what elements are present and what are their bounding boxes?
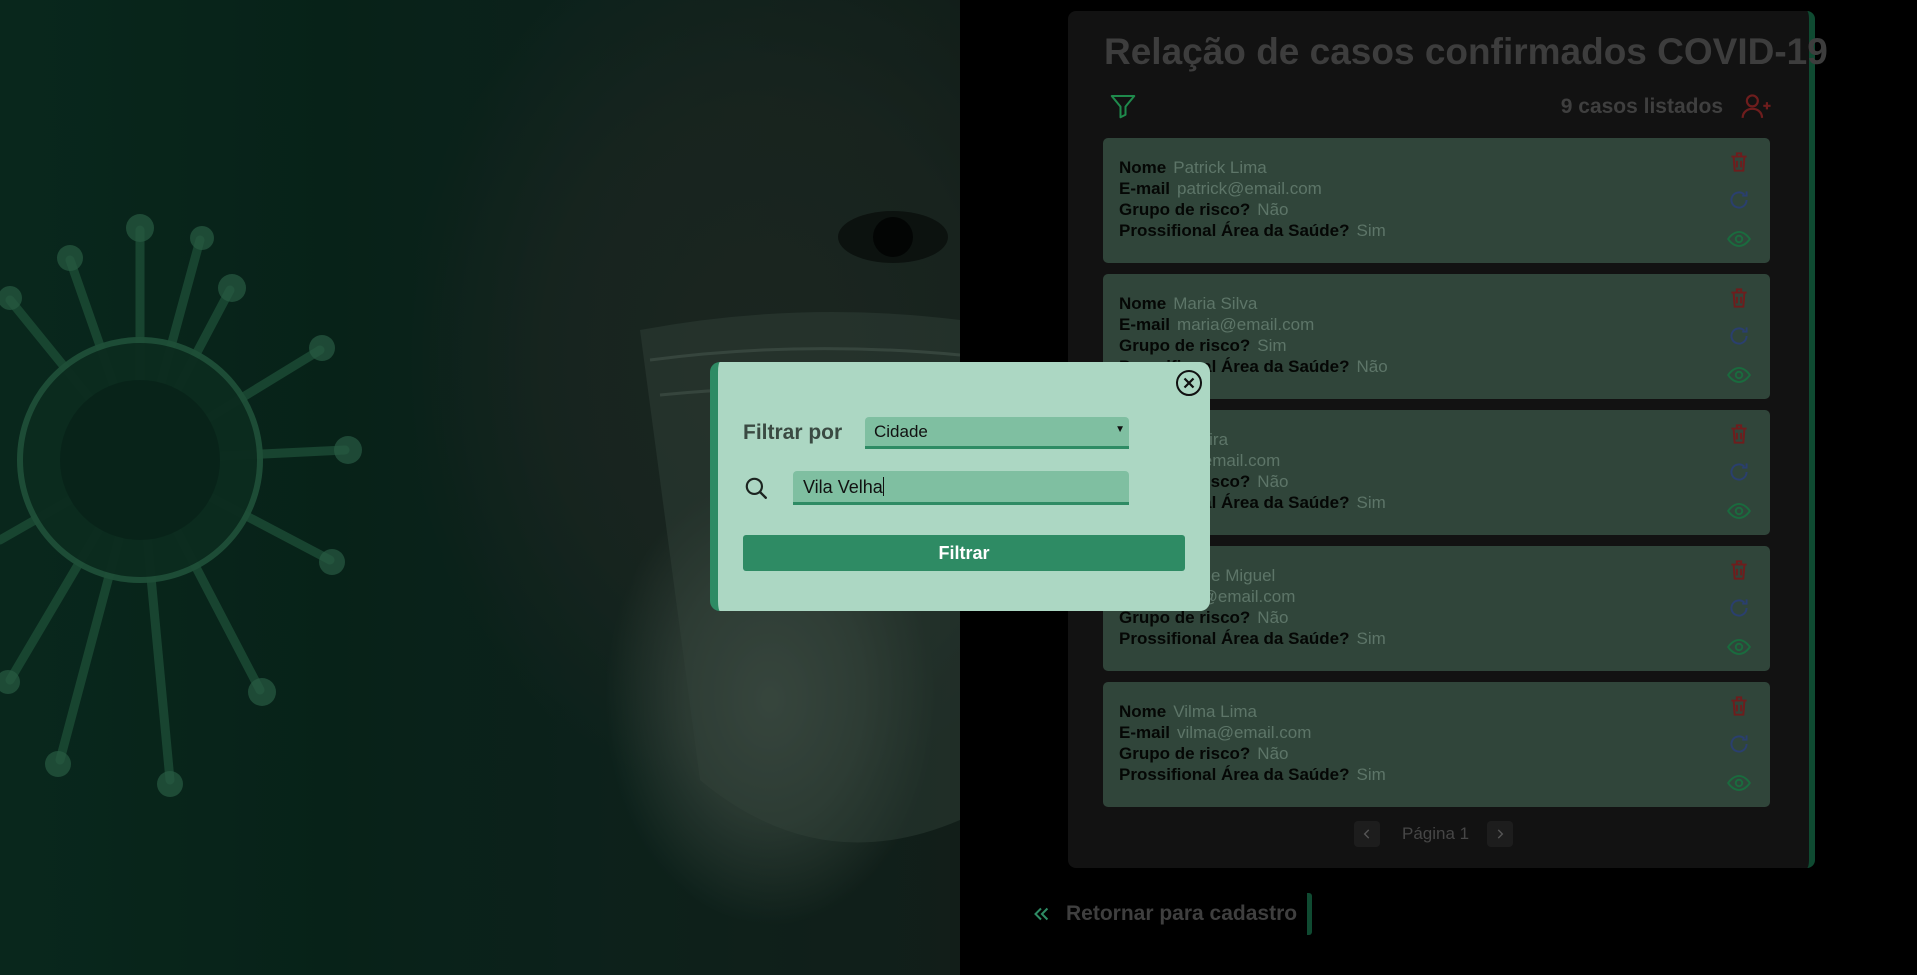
health-label: Prossifional Área da Saúde? xyxy=(1119,221,1350,240)
case-risk: Não xyxy=(1257,472,1289,491)
email-label: E-mail xyxy=(1119,179,1171,198)
case-risk-row: Grupo de risco? Não xyxy=(1119,743,1770,764)
case-risk-row: Grupo de risco? Sim xyxy=(1119,335,1770,356)
case-risk: Não xyxy=(1257,200,1289,219)
case-name: Patrick Lima xyxy=(1173,158,1267,177)
filter-field-select[interactable]: Cidade ▼ xyxy=(865,417,1129,449)
case-email: patrick@email.com xyxy=(1177,179,1322,198)
eye-icon[interactable] xyxy=(1726,362,1752,388)
trash-icon[interactable] xyxy=(1726,149,1752,175)
return-to-register-link[interactable]: Retornar para cadastro xyxy=(1030,893,1313,935)
case-risk-row: Grupo de risco? Não xyxy=(1119,199,1770,220)
trash-icon[interactable] xyxy=(1726,421,1752,447)
refresh-icon[interactable] xyxy=(1726,731,1752,757)
risk-label: Grupo de risco? xyxy=(1119,336,1251,355)
case-email-row: E-mail vilma@email.com xyxy=(1119,722,1770,743)
risk-label: Grupo de risco? xyxy=(1119,200,1251,219)
trash-icon[interactable] xyxy=(1726,693,1752,719)
case-health-row: Prossifional Área da Saúde? Sim xyxy=(1119,492,1770,513)
name-label: Nome xyxy=(1119,158,1167,177)
filter-icon[interactable] xyxy=(1108,91,1138,121)
case-email-row: E-mail maria@email.com xyxy=(1119,314,1770,335)
email-label: E-mail xyxy=(1119,315,1171,334)
trash-icon[interactable] xyxy=(1726,285,1752,311)
refresh-icon[interactable] xyxy=(1726,187,1752,213)
case-risk: Sim xyxy=(1257,336,1287,355)
case-health: Sim xyxy=(1356,493,1386,512)
case-risk-row: Grupo de risco?Não xyxy=(1119,607,1770,628)
case-health-row: Prossifional Área da Saúde? Sim xyxy=(1119,764,1770,785)
close-icon[interactable] xyxy=(1174,368,1204,398)
search-icon xyxy=(745,477,767,499)
case-health: Não xyxy=(1356,357,1388,376)
page-indicator: Página 1 xyxy=(1402,824,1470,843)
case-risk: Não xyxy=(1257,744,1289,763)
filter-field-value: Cidade xyxy=(874,422,928,441)
refresh-icon[interactable] xyxy=(1726,323,1752,349)
trash-icon[interactable] xyxy=(1726,557,1752,583)
case-health-row: Prossifional Área da Saúde? Sim xyxy=(1119,220,1770,241)
refresh-icon[interactable] xyxy=(1726,595,1752,621)
eye-icon[interactable] xyxy=(1726,770,1752,796)
eye-icon[interactable] xyxy=(1726,498,1752,524)
case-health: Sim xyxy=(1356,629,1386,648)
case-email-row: E-mail patrick@email.com xyxy=(1119,178,1770,199)
return-link-label: Retornar para cadastro xyxy=(1066,902,1298,925)
chevron-left-icon xyxy=(1363,829,1370,839)
health-label: Prossifional Área da Saúde? xyxy=(1119,629,1350,648)
text-cursor xyxy=(882,477,884,496)
refresh-icon[interactable] xyxy=(1726,459,1752,485)
name-label: Nome xyxy=(1119,702,1167,721)
eye-icon[interactable] xyxy=(1726,634,1752,660)
case-name-row: Nome Vilma Lima xyxy=(1119,701,1770,722)
case-name-row: NomePereira xyxy=(1119,429,1770,450)
risk-label: Grupo de risco? xyxy=(1119,744,1251,763)
filter-by-label: Filtrar por xyxy=(743,421,843,444)
case-name-row: Nomente de Miguel xyxy=(1119,565,1770,586)
filter-modal: Filtrar por Cidade ▼ Vila Velha Filtrar xyxy=(710,362,1210,611)
name-label: Nome xyxy=(1119,294,1167,313)
case-health-row: Prossifional Área da Saúde? Não xyxy=(1119,356,1770,377)
case-risk: Não xyxy=(1257,608,1289,627)
case-email: vilma@email.com xyxy=(1177,723,1312,742)
dropdown-caret-icon: ▼ xyxy=(1115,424,1125,435)
case-card: Nome Vilma Lima E-mail vilma@email.com Gru… xyxy=(1103,682,1770,807)
filter-submit-button[interactable]: Filtrar xyxy=(743,535,1185,571)
case-name-row: Nome Maria Silva xyxy=(1119,293,1770,314)
case-risk-row: Grupo de risco?Não xyxy=(1119,471,1770,492)
search-input[interactable]: Vila Velha xyxy=(793,471,1129,505)
case-card: Nome Patrick Lima E-mail patrick@email.com… xyxy=(1103,138,1770,263)
users-icon xyxy=(1741,94,1771,119)
case-email: maria@email.com xyxy=(1177,315,1315,334)
page-title: Relação de casos confirmados COVID-19 xyxy=(1104,31,1828,72)
case-health-row: Prossifional Área da Saúde? Sim xyxy=(1119,628,1770,649)
eye-icon[interactable] xyxy=(1726,226,1752,252)
health-label: Prossifional Área da Saúde? xyxy=(1119,765,1350,784)
case-count: 9 casos listados xyxy=(1560,95,1723,118)
case-name: Vilma Lima xyxy=(1173,702,1258,721)
email-label: E-mail xyxy=(1119,723,1171,742)
case-health: Sim xyxy=(1356,765,1386,784)
case-email-row: E-mailnte@email.com xyxy=(1119,586,1770,607)
search-input-value: Vila Velha xyxy=(803,477,883,497)
prev-page-button[interactable] xyxy=(1354,821,1380,847)
next-page-button[interactable] xyxy=(1487,821,1513,847)
case-health: Sim xyxy=(1356,221,1386,240)
case-name-row: Nome Patrick Lima xyxy=(1119,157,1770,178)
double-chevron-left-icon xyxy=(1034,907,1049,921)
case-email-row: E-mails@email.com xyxy=(1119,450,1770,471)
chevron-right-icon xyxy=(1497,829,1504,839)
pagination: Página 1 xyxy=(1068,821,1809,851)
case-name: Maria Silva xyxy=(1173,294,1258,313)
